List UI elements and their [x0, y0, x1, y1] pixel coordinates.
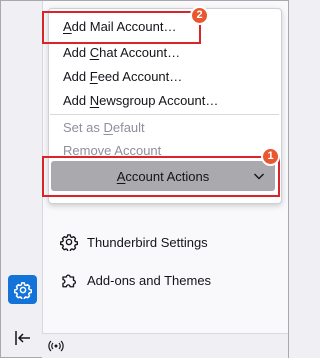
- highlight-add-mail-account: [42, 11, 201, 44]
- status-bar: [42, 333, 288, 358]
- menu-item-add-chat-account[interactable]: Add Chat Account…: [50, 41, 279, 64]
- wifi-status-icon[interactable]: [48, 338, 64, 354]
- accesskey: N: [89, 93, 100, 108]
- addons-themes-label: Add-ons and Themes: [87, 272, 212, 288]
- gear-icon: [60, 234, 78, 251]
- accesskey: F: [89, 69, 98, 84]
- gear-icon: [13, 281, 32, 299]
- step-badge-1: 1: [261, 147, 280, 166]
- addons-themes-item[interactable]: Add-ons and Themes: [60, 268, 211, 292]
- settings-space-button[interactable]: [8, 275, 37, 304]
- step-badge-2: 2: [190, 6, 209, 25]
- spaces-toolbar: [1, 1, 43, 357]
- accesskey: C: [89, 45, 100, 60]
- menu-separator: [50, 114, 279, 115]
- menu-item-add-feed-account[interactable]: Add Feed Account…: [50, 65, 279, 88]
- menu-item-add-newsgroup-account[interactable]: Add Newsgroup Account…: [50, 89, 279, 112]
- highlight-account-actions: [42, 156, 280, 197]
- accesskey: D: [103, 120, 113, 135]
- thunderbird-settings-label: Thunderbird Settings: [87, 234, 208, 250]
- menu-item-set-as-default: Set as Default: [63, 120, 145, 135]
- collapse-spaces-button[interactable]: [8, 323, 37, 352]
- thunderbird-settings-item[interactable]: Thunderbird Settings: [60, 230, 208, 254]
- collapse-left-icon: [14, 330, 30, 345]
- puzzle-icon: [62, 274, 77, 288]
